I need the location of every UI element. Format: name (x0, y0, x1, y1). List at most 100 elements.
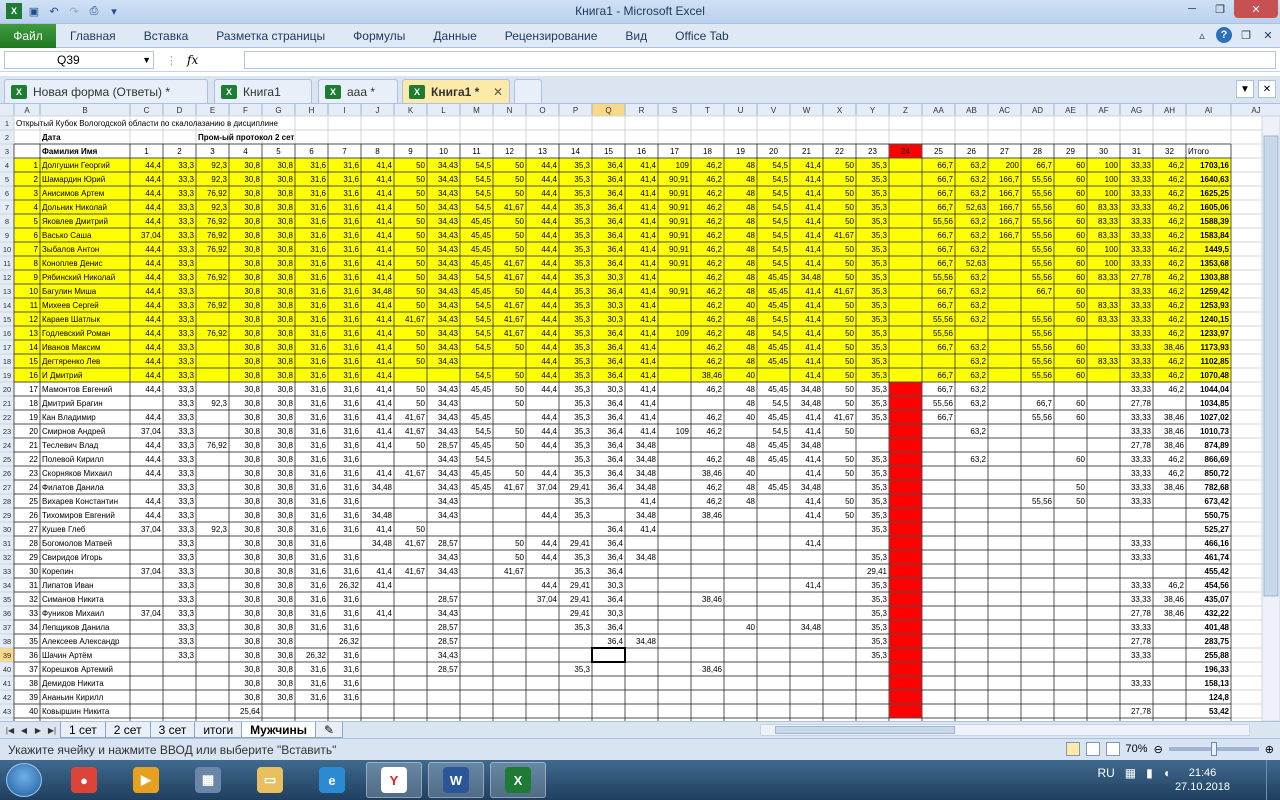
score-cell[interactable]: 31,6 (310, 455, 326, 464)
scroll-thumb[interactable] (775, 726, 955, 734)
score-cell[interactable]: 55,56 (1032, 175, 1053, 184)
score-cell[interactable]: 30,8 (244, 567, 260, 576)
score-cell[interactable]: 46,2 (1168, 315, 1184, 324)
score-cell[interactable]: 31,6 (343, 455, 359, 464)
score-cell[interactable]: 30,8 (244, 371, 260, 380)
score-cell[interactable]: 50 (416, 217, 425, 226)
score-cell[interactable]: 33,3 (178, 301, 194, 310)
spreadsheet-grid[interactable]: A B C D E F G H I J K L M N O P Q R S T U V W X Y Z AA AB AC AD AE AF AG… (0, 104, 1280, 721)
score-cell[interactable]: 34,48 (801, 483, 822, 492)
athlete-name[interactable]: Теслевич Влад (42, 441, 99, 450)
score-cell[interactable]: 41,4 (805, 175, 821, 184)
score-cell[interactable]: 66,7 (937, 161, 953, 170)
score-cell[interactable]: 31,6 (343, 651, 359, 660)
sheet-title[interactable]: Открытый Кубок Вологодской области по ск… (16, 119, 279, 128)
score-cell[interactable]: 31,6 (343, 511, 359, 520)
score-cell[interactable]: 48 (746, 231, 755, 240)
score-cell[interactable]: 45,45 (768, 273, 789, 282)
score-cell[interactable]: 50 (515, 427, 524, 436)
score-cell[interactable]: 34,48 (636, 553, 657, 562)
score-cell[interactable]: 34,48 (372, 483, 393, 492)
score-cell[interactable]: 44,4 (541, 315, 557, 324)
score-cell[interactable]: 30,3 (607, 315, 623, 324)
score-cell[interactable]: 31,6 (343, 469, 359, 478)
score-cell[interactable]: 44,4 (145, 259, 161, 268)
score-cell[interactable]: 31,6 (310, 315, 326, 324)
sheet-tab[interactable]: Мужчины (241, 722, 317, 738)
score-cell[interactable]: 46,2 (706, 189, 722, 198)
score-cell[interactable]: 38,46 (702, 665, 723, 674)
score-cell[interactable]: 41,4 (805, 427, 821, 436)
score-cell[interactable]: 35,3 (871, 189, 887, 198)
score-cell[interactable]: 50 (416, 189, 425, 198)
place-cell[interactable]: 33 (29, 609, 38, 618)
score-cell[interactable]: 60 (1076, 175, 1085, 184)
route-header[interactable]: 5 (276, 147, 281, 156)
score-cell[interactable]: 41,4 (376, 245, 392, 254)
score-cell[interactable]: 31,6 (310, 175, 326, 184)
score-cell[interactable]: 31,6 (343, 231, 359, 240)
ribbon-tab-2[interactable]: Разметка страницы (202, 24, 339, 48)
score-cell[interactable]: 30,8 (244, 385, 260, 394)
score-cell[interactable]: 33,33 (1131, 651, 1152, 660)
score-cell[interactable]: 31,6 (310, 693, 326, 702)
score-cell[interactable]: 30,8 (277, 413, 293, 422)
score-cell[interactable]: 31,6 (310, 231, 326, 240)
score-cell[interactable]: 30,8 (244, 427, 260, 436)
score-cell[interactable]: 33,3 (178, 371, 194, 380)
athlete-name[interactable]: Свиридов Игорь (42, 553, 103, 562)
score-cell[interactable]: 50 (1076, 301, 1085, 310)
score-cell[interactable]: 33,33 (1131, 329, 1152, 338)
score-cell[interactable]: 31,6 (343, 483, 359, 492)
score-cell[interactable]: 54,5 (475, 203, 491, 212)
column-header[interactable]: AG (1131, 106, 1143, 115)
column-header[interactable]: N (507, 106, 513, 115)
score-cell[interactable]: 44,4 (541, 329, 557, 338)
score-cell[interactable]: 50 (515, 385, 524, 394)
row-header[interactable]: 33 (3, 567, 11, 576)
score-cell[interactable]: 33,3 (178, 231, 194, 240)
score-cell[interactable]: 166,7 (999, 175, 1020, 184)
score-cell[interactable]: 92,3 (211, 161, 227, 170)
score-cell[interactable]: 36,4 (607, 469, 623, 478)
score-cell[interactable]: 90,91 (669, 189, 690, 198)
score-cell[interactable]: 35,3 (871, 595, 887, 604)
score-cell[interactable]: 55,56 (1032, 231, 1053, 240)
score-cell[interactable]: 30,8 (244, 525, 260, 534)
score-cell[interactable]: 38,46 (1164, 343, 1185, 352)
score-cell[interactable]: 46,2 (1168, 175, 1184, 184)
score-cell[interactable]: 48 (746, 329, 755, 338)
horizontal-scrollbar[interactable] (760, 724, 1250, 736)
score-cell[interactable]: 31,6 (310, 343, 326, 352)
score-cell[interactable]: 90,91 (669, 245, 690, 254)
score-cell[interactable]: 54,5 (475, 329, 491, 338)
total-cell[interactable]: 1173,93 (1201, 343, 1230, 352)
score-cell[interactable]: 45,45 (471, 469, 492, 478)
route-header[interactable]: 11 (472, 147, 481, 156)
row-header[interactable]: 20 (3, 385, 11, 394)
score-cell[interactable]: 54,5 (475, 175, 491, 184)
score-cell[interactable]: 30,8 (277, 203, 293, 212)
route-header[interactable]: 18 (703, 147, 712, 156)
score-cell[interactable]: 41,67 (405, 427, 426, 436)
score-cell[interactable]: 36,4 (607, 595, 623, 604)
score-cell[interactable]: 33,33 (1131, 553, 1152, 562)
score-cell[interactable]: 63,2 (970, 217, 986, 226)
total-cell[interactable]: 1240,15 (1200, 315, 1229, 324)
total-cell[interactable]: 283,75 (1205, 637, 1230, 646)
score-cell[interactable]: 46,2 (1168, 329, 1184, 338)
score-cell[interactable]: 30,8 (244, 343, 260, 352)
score-cell[interactable]: 34,43 (438, 259, 459, 268)
score-cell[interactable]: 34,43 (438, 329, 459, 338)
score-cell[interactable]: 50 (845, 161, 854, 170)
total-cell[interactable]: 53,42 (1209, 707, 1230, 716)
score-cell[interactable]: 44,4 (541, 287, 557, 296)
show-desktop-button[interactable] (1266, 760, 1280, 800)
score-cell[interactable]: 41,4 (640, 259, 656, 268)
score-cell[interactable]: 46,2 (706, 455, 722, 464)
score-cell[interactable]: 44,4 (541, 539, 557, 548)
score-cell[interactable]: 50 (515, 343, 524, 352)
score-cell[interactable]: 60 (1076, 315, 1085, 324)
score-cell[interactable]: 45,45 (768, 483, 789, 492)
score-cell[interactable]: 46,2 (1168, 287, 1184, 296)
